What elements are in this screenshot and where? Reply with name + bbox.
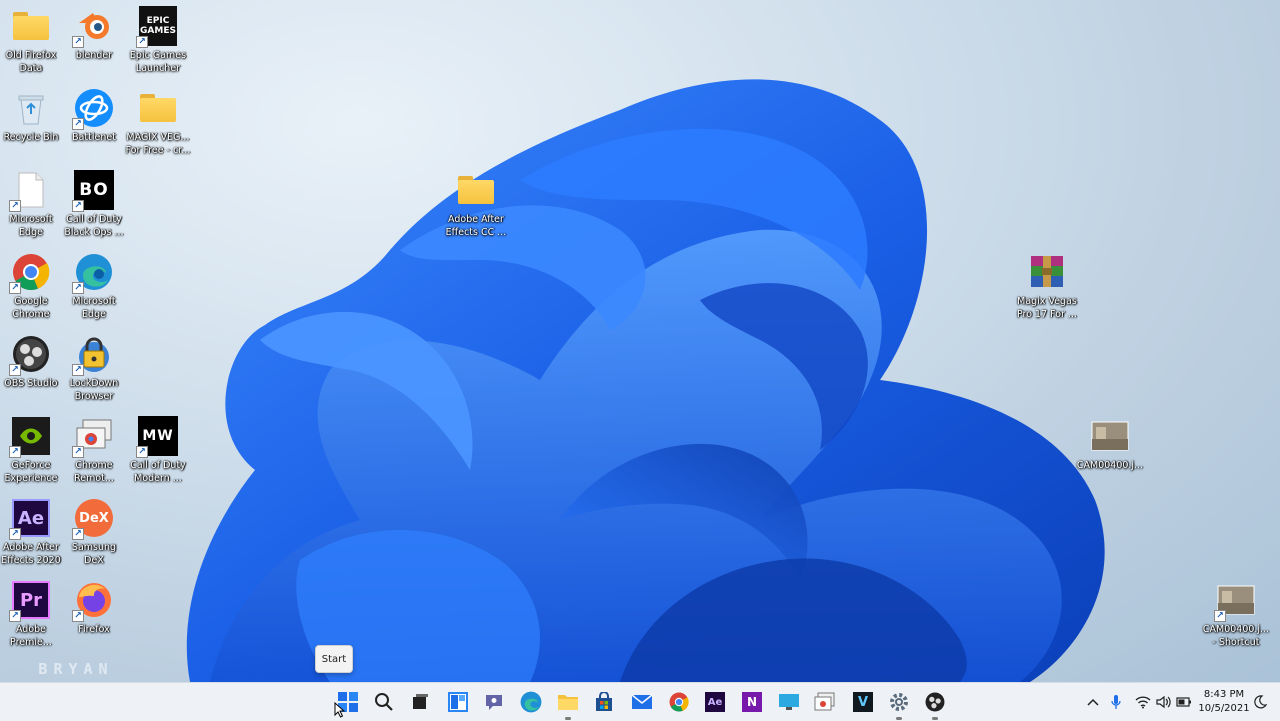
lockdown-browser-icon: ↗ [72,334,114,376]
clock[interactable]: 8:43 PM 10/5/2021 [1196,688,1252,716]
settings-icon [890,693,908,711]
show-hidden-icons-chevron-up-icon[interactable] [1085,692,1101,712]
desktop-icon-label: Samsung DeX [71,542,117,566]
desktop-icon-label: Battlenet [72,132,116,143]
desktop-icon-label: Adobe After Effects CC ... [445,214,507,238]
clock-date: 10/5/2021 [1198,703,1250,714]
vegas-pro-taskbar-button[interactable]: V [850,689,876,715]
desktop-icon-label: Call of Duty Black Ops ... [64,214,124,238]
task-view-icon [413,694,428,709]
desktop-icon-lockdown-browser[interactable]: ↗ LockDown Browser [57,332,131,410]
desktop-icon-label: MAGIX VEG... For Free - cr... [125,132,191,156]
desktop-icon-magix-vegas-folder[interactable]: MAGIX VEG... For Free - cr... [121,86,195,164]
desktop-icon-blender[interactable]: ↗ blender [57,4,131,82]
desktop-icon-label: Epic Games Launcher [129,50,187,74]
obs-icon [925,692,945,712]
desktop-icon-call-of-duty-black-ops[interactable]: BO ↗ Call of Duty Black Ops ... [57,168,131,246]
snipping-tool-icon [814,692,835,711]
desktop-icon-label: Chrome Remot... [74,460,114,484]
chrome-icon: ↗ [9,252,51,294]
widgets-icon [448,692,468,712]
search-icon [375,693,393,711]
battlenet-icon: ↗ [72,88,114,130]
obs-icon: ↗ [9,334,51,376]
edge-taskbar-button[interactable] [518,689,544,715]
desktop-icon-label: blender [75,50,113,61]
chrome-taskbar-button[interactable] [666,689,692,715]
settings-taskbar-button[interactable] [886,689,912,720]
geforce-icon: ↗ [9,416,51,458]
widgets-button[interactable] [445,689,471,715]
chrome-remote-desktop-icon: ↗ [72,416,114,458]
microsoft-store-button[interactable] [591,689,617,715]
desktop-icon-epic-games-launcher[interactable]: EPIC GAMES ↗ Epic Games Launcher [121,4,195,82]
teams-chat-button[interactable] [481,689,507,715]
epic-games-icon: EPIC GAMES ↗ [136,6,178,48]
black-ops-icon: BO ↗ [72,170,114,212]
blender-icon: ↗ [72,6,114,48]
teams-chat-icon [486,695,502,710]
document-icon: ↗ [9,170,51,212]
desktop-icon-label: Call of Duty Modern ... [130,460,186,484]
focus-assist-moon-icon[interactable] [1252,692,1268,712]
start-tooltip: Start [315,645,353,673]
desktop-icon-magix-vegas-pro-17[interactable]: Magix Vegas Pro 17 For ... [1010,250,1084,328]
mail-icon [631,694,653,709]
remote-desktop-icon [779,694,799,710]
winrar-archive-icon [1027,252,1067,292]
desktop-icon-label: CAM00400.j... [1076,460,1144,471]
desktop-icon-adobe-after-effects-cc-folder[interactable]: Adobe After Effects CC ... [439,168,513,246]
obs-taskbar-button[interactable] [922,689,948,720]
image-thumbnail-icon: ↗ [1214,580,1256,622]
firefox-icon: ↗ [72,580,114,622]
desktop-icon-label: Firefox [78,624,110,635]
clock-time: 8:43 PM [1203,689,1245,700]
onenote-icon: N [742,692,762,712]
desktop[interactable]: Old Firefox Data Recycle Bin ↗ Microsoft… [0,0,1280,682]
desktop-icon-firefox[interactable]: ↗ Firefox [57,578,131,656]
desktop-icon-microsoft-edge[interactable]: ↗ Microsoft Edge [57,250,131,328]
after-effects-taskbar-button[interactable]: Ae [702,689,728,715]
vegas-pro-icon: V [853,692,873,712]
desktop-icon-cam00400-jpg[interactable]: CAM00400.j... [1073,414,1147,492]
modern-warfare-icon: MW ↗ [136,416,178,458]
mouse-cursor-icon [334,702,346,718]
remote-desktop-button[interactable] [776,689,802,715]
search-button[interactable] [371,689,397,715]
image-thumbnail-icon [1090,416,1130,456]
folder-icon [11,6,51,46]
folder-icon [138,88,178,128]
microsoft-store-icon [596,692,612,711]
samsung-dex-icon: DeX ↗ [72,498,114,540]
desktop-icon-chrome-remote[interactable]: ↗ Chrome Remot... [57,414,131,492]
battery-icon[interactable] [1175,692,1193,712]
onenote-taskbar-button[interactable]: N [739,689,765,715]
premiere-icon: Pr ↗ [9,580,51,622]
desktop-icon-battlenet[interactable]: ↗ Battlenet [57,86,131,164]
wifi-icon[interactable] [1134,692,1152,712]
after-effects-icon: Ae [705,692,725,712]
edge-icon [520,691,542,713]
desktop-icon-label: LockDown Browser [69,378,119,402]
recycle-bin-icon [11,88,51,128]
edge-icon: ↗ [72,252,114,294]
folder-icon [456,170,496,210]
desktop-icon-samsung-dex[interactable]: DeX ↗ Samsung DeX [57,496,131,574]
desktop-icon-label: Magix Vegas Pro 17 For ... [1016,296,1078,320]
taskbar: Ae N V 8:43 PM 10/5/2021 [0,682,1280,721]
after-effects-icon: Ae ↗ [9,498,51,540]
task-view-button[interactable] [407,689,433,715]
desktop-icon-cam00400-shortcut[interactable]: ↗ CAM00400.j... - Shortcut [1199,578,1273,656]
microphone-icon[interactable] [1108,692,1124,712]
file-explorer-icon [558,695,578,710]
desktop-icon-call-of-duty-modern[interactable]: MW ↗ Call of Duty Modern ... [121,414,195,492]
snipping-tool-button[interactable] [812,689,838,715]
chrome-icon [669,692,689,712]
desktop-icon-label: CAM00400.j... - Shortcut [1202,624,1270,648]
volume-icon[interactable] [1155,692,1173,712]
desktop-icon-label: Microsoft Edge [72,296,116,320]
file-explorer-button[interactable] [555,689,581,720]
mail-button[interactable] [629,689,655,715]
